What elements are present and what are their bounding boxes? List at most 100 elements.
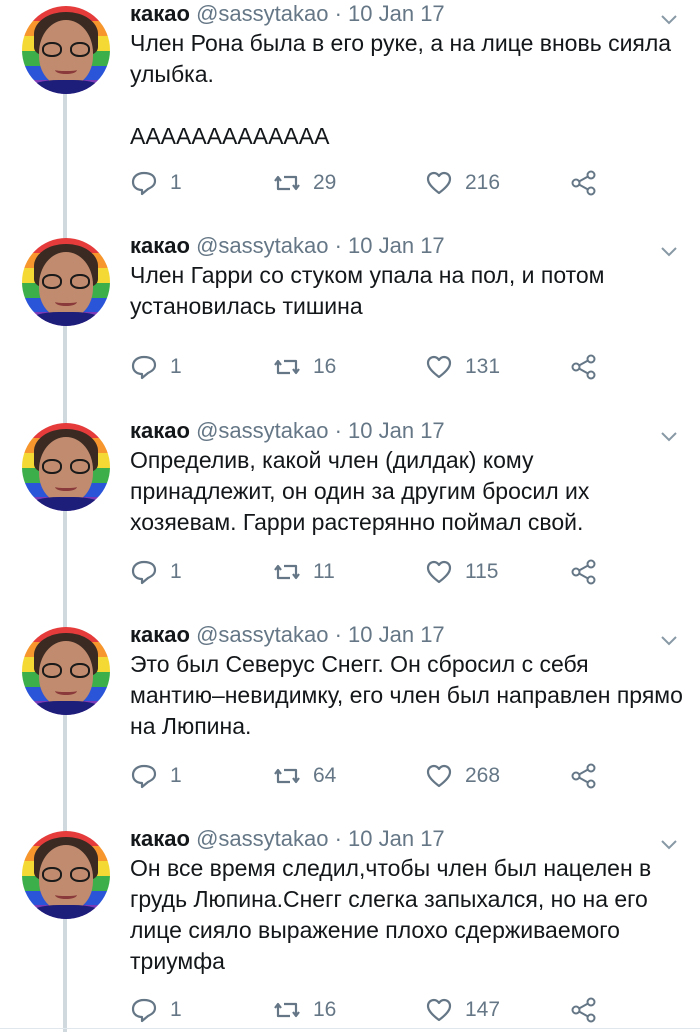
tweet-actions: 1 16 147	[130, 995, 690, 1025]
chevron-down-icon[interactable]	[660, 431, 678, 443]
tweet-text: Он все время следил,чтобы член был нацел…	[130, 853, 685, 977]
tweet-header: какао @sassytakao · 10 Jan 17	[130, 232, 445, 260]
retweet-button[interactable]: 16	[273, 352, 336, 382]
avatar[interactable]	[22, 627, 110, 715]
retweet-button[interactable]: 29	[273, 168, 336, 198]
like-count: 115	[465, 560, 499, 583]
share-button[interactable]	[570, 557, 598, 587]
share-button[interactable]	[570, 168, 598, 198]
author-handle[interactable]: @sassytakao	[196, 826, 328, 851]
tweet-text-line: Член Гарри со стуком упала на пол, и пот…	[130, 262, 605, 319]
separator: ·	[334, 233, 342, 258]
tweet-date[interactable]: 10 Jan 17	[348, 233, 445, 258]
avatar[interactable]	[22, 831, 110, 919]
avatar[interactable]	[22, 423, 110, 511]
avatar[interactable]	[22, 6, 110, 94]
share-icon	[571, 559, 596, 585]
retweet-button[interactable]: 64	[273, 761, 336, 791]
reply-count: 1	[170, 560, 182, 583]
share-button[interactable]	[570, 761, 598, 791]
like-icon	[426, 998, 452, 1022]
separator: ·	[334, 418, 342, 443]
avatar[interactable]	[22, 238, 110, 326]
retweet-icon	[274, 564, 300, 580]
tweet-header: какао @sassytakao · 10 Jan 17	[130, 621, 445, 649]
reply-count: 1	[170, 171, 182, 194]
reply-count: 1	[170, 355, 182, 378]
like-button[interactable]: 216	[425, 168, 500, 198]
tweet-text-line: Определив, какой член (дилдак) кому прин…	[130, 447, 590, 535]
like-icon	[426, 560, 452, 584]
like-button[interactable]: 147	[425, 995, 500, 1025]
tweet-actions: 1 29 216	[130, 168, 690, 198]
tweet-date[interactable]: 10 Jan 17	[348, 1, 445, 26]
author-name[interactable]: какао	[130, 1, 190, 26]
author-name[interactable]: какао	[130, 826, 190, 851]
retweet-button[interactable]: 16	[273, 995, 336, 1025]
separator: ·	[334, 622, 342, 647]
like-button[interactable]: 115	[425, 557, 498, 587]
tweet-text: Это был Северус Снегг. Он сбросил с себя…	[130, 649, 685, 742]
reply-icon	[131, 998, 157, 1023]
reply-count: 1	[170, 998, 182, 1021]
chevron-down-icon[interactable]	[660, 14, 678, 26]
like-button[interactable]: 131	[425, 352, 500, 382]
tweet-text: Определив, какой член (дилдак) кому прин…	[130, 445, 685, 538]
tweet-date[interactable]: 10 Jan 17	[348, 622, 445, 647]
author-handle[interactable]: @sassytakao	[196, 1, 328, 26]
tweet-actions: 1 64 268	[130, 761, 690, 791]
author-handle[interactable]: @sassytakao	[196, 622, 328, 647]
tweet-actions: 1 11 115	[130, 557, 690, 587]
retweet-count: 29	[313, 171, 337, 194]
separator: ·	[334, 826, 342, 851]
reply-icon	[131, 764, 157, 789]
like-icon	[426, 355, 452, 379]
tweet-date[interactable]: 10 Jan 17	[348, 418, 445, 443]
separator: ·	[334, 1, 342, 26]
reply-button[interactable]: 1	[130, 352, 182, 382]
like-count: 268	[465, 764, 501, 787]
retweet-count: 64	[313, 764, 337, 787]
retweet-button[interactable]: 11	[273, 557, 335, 587]
retweet-icon	[274, 1002, 300, 1018]
tweet-header: какао @sassytakao · 10 Jan 17	[130, 0, 445, 28]
reply-button[interactable]: 1	[130, 995, 182, 1025]
author-name[interactable]: какао	[130, 233, 190, 258]
share-button[interactable]	[570, 352, 598, 382]
share-icon	[571, 354, 596, 380]
like-button[interactable]: 268	[425, 761, 500, 791]
author-handle[interactable]: @sassytakao	[196, 418, 328, 443]
tweet-text-line: Член Рона была в его руке, а на лице вно…	[130, 30, 672, 87]
tweet-text-line: Он все время следил,чтобы член был нацел…	[130, 855, 652, 974]
reply-button[interactable]: 1	[130, 761, 182, 791]
reply-icon	[131, 355, 157, 380]
author-name[interactable]: какао	[130, 418, 190, 443]
tweet-header: какао @sassytakao · 10 Jan 17	[130, 825, 445, 853]
reply-count: 1	[170, 764, 182, 787]
tweet-text: Член Гарри со стуком упала на пол, и пот…	[130, 260, 685, 322]
tweet-header: какао @sassytakao · 10 Jan 17	[130, 417, 445, 445]
author-handle[interactable]: @sassytakao	[196, 233, 328, 258]
reply-button[interactable]: 1	[130, 168, 182, 198]
retweet-icon	[274, 768, 300, 784]
like-count: 131	[465, 355, 501, 378]
like-count: 147	[465, 998, 501, 1021]
tweet-text-line: Это был Северус Снегг. Он сбросил с себя…	[130, 651, 683, 739]
chevron-down-icon[interactable]	[660, 246, 678, 258]
tweet-date[interactable]: 10 Jan 17	[348, 826, 445, 851]
share-button[interactable]	[570, 995, 598, 1025]
author-name[interactable]: какао	[130, 622, 190, 647]
reply-icon	[131, 171, 157, 196]
retweet-count: 11	[313, 560, 335, 583]
tweet-text-line: ААААААААААААА	[130, 123, 330, 149]
share-icon	[571, 763, 596, 789]
retweet-icon	[274, 359, 300, 375]
retweet-count: 16	[313, 355, 337, 378]
share-icon	[571, 997, 596, 1023]
reply-button[interactable]: 1	[130, 557, 182, 587]
chevron-down-icon[interactable]	[660, 635, 678, 647]
retweet-icon	[274, 175, 300, 191]
chevron-down-icon[interactable]	[660, 839, 678, 851]
retweet-count: 16	[313, 998, 337, 1021]
tweet-text: Член Рона была в его руке, а на лице вно…	[130, 28, 685, 152]
